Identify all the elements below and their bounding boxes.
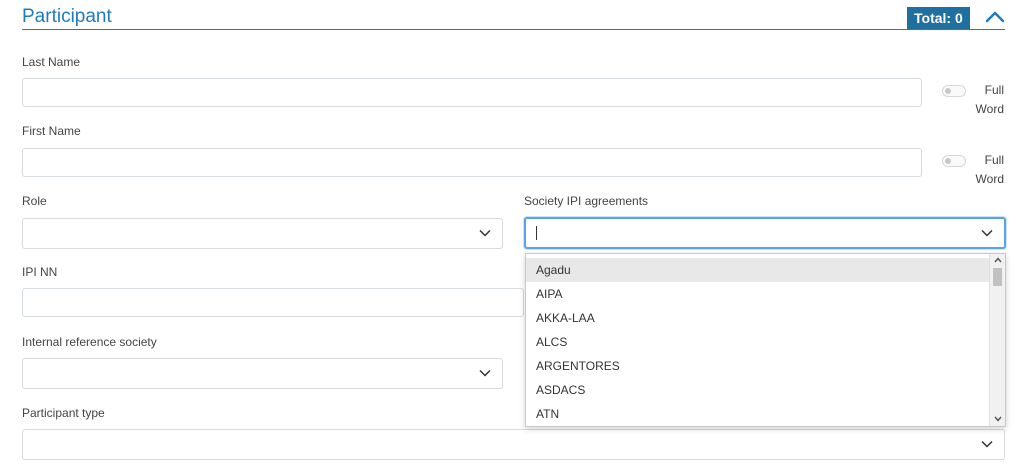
section-title: Participant: [22, 6, 112, 27]
chevron-down-icon: [981, 440, 993, 448]
header-divider: [22, 29, 1005, 30]
scroll-up-icon[interactable]: [994, 257, 1002, 263]
participant-type-select[interactable]: [22, 429, 1005, 460]
dropdown-scrollbar[interactable]: [989, 254, 1005, 426]
last-name-full-word-label: Full Word: [975, 83, 1004, 116]
internal-ref-society-label: Internal reference society: [22, 335, 157, 349]
chevron-down-icon: [479, 369, 491, 377]
last-name-input[interactable]: [22, 78, 922, 107]
dropdown-option[interactable]: Agadu: [526, 258, 989, 282]
first-name-full-word-toggle[interactable]: [942, 155, 966, 167]
society-ipi-select[interactable]: [524, 217, 1006, 249]
dropdown-option[interactable]: ARGENTORES: [526, 354, 989, 378]
dropdown-option[interactable]: ATN: [526, 402, 989, 426]
toggle-knob: [945, 88, 951, 94]
scrollbar-thumb[interactable]: [993, 268, 1002, 286]
first-name-input[interactable]: [22, 148, 922, 177]
role-select[interactable]: [22, 218, 503, 249]
first-name-label: First Name: [22, 124, 81, 138]
internal-ref-society-select[interactable]: [22, 358, 503, 389]
participant-type-label: Participant type: [22, 406, 105, 420]
collapse-button[interactable]: [984, 8, 1006, 26]
text-cursor: [536, 226, 537, 240]
toggle-knob: [945, 158, 951, 164]
dropdown-option[interactable]: AKKA-LAA: [526, 306, 989, 330]
dropdown-option[interactable]: AIPA: [526, 282, 989, 306]
scroll-down-icon[interactable]: [994, 416, 1002, 422]
dropdown-option[interactable]: ALCS: [526, 330, 989, 354]
ipi-nn-label: IPI NN: [22, 265, 58, 279]
ipi-nn-input[interactable]: [22, 288, 524, 317]
total-badge: Total: 0: [907, 7, 970, 29]
last-name-label: Last Name: [22, 55, 81, 69]
last-name-full-word-toggle[interactable]: [942, 85, 966, 97]
dropdown-option[interactable]: ASDACS: [526, 378, 989, 402]
role-label: Role: [22, 194, 47, 208]
first-name-full-word-label: Full Word: [975, 153, 1004, 186]
society-ipi-dropdown-list: Agadu AIPA AKKA-LAA ALCS ARGENTORES ASDA…: [525, 253, 1006, 427]
chevron-down-icon: [479, 229, 491, 237]
chevron-up-icon: [985, 11, 1005, 23]
society-ipi-label: Society IPI agreements: [524, 194, 649, 208]
chevron-down-icon: [981, 229, 993, 237]
